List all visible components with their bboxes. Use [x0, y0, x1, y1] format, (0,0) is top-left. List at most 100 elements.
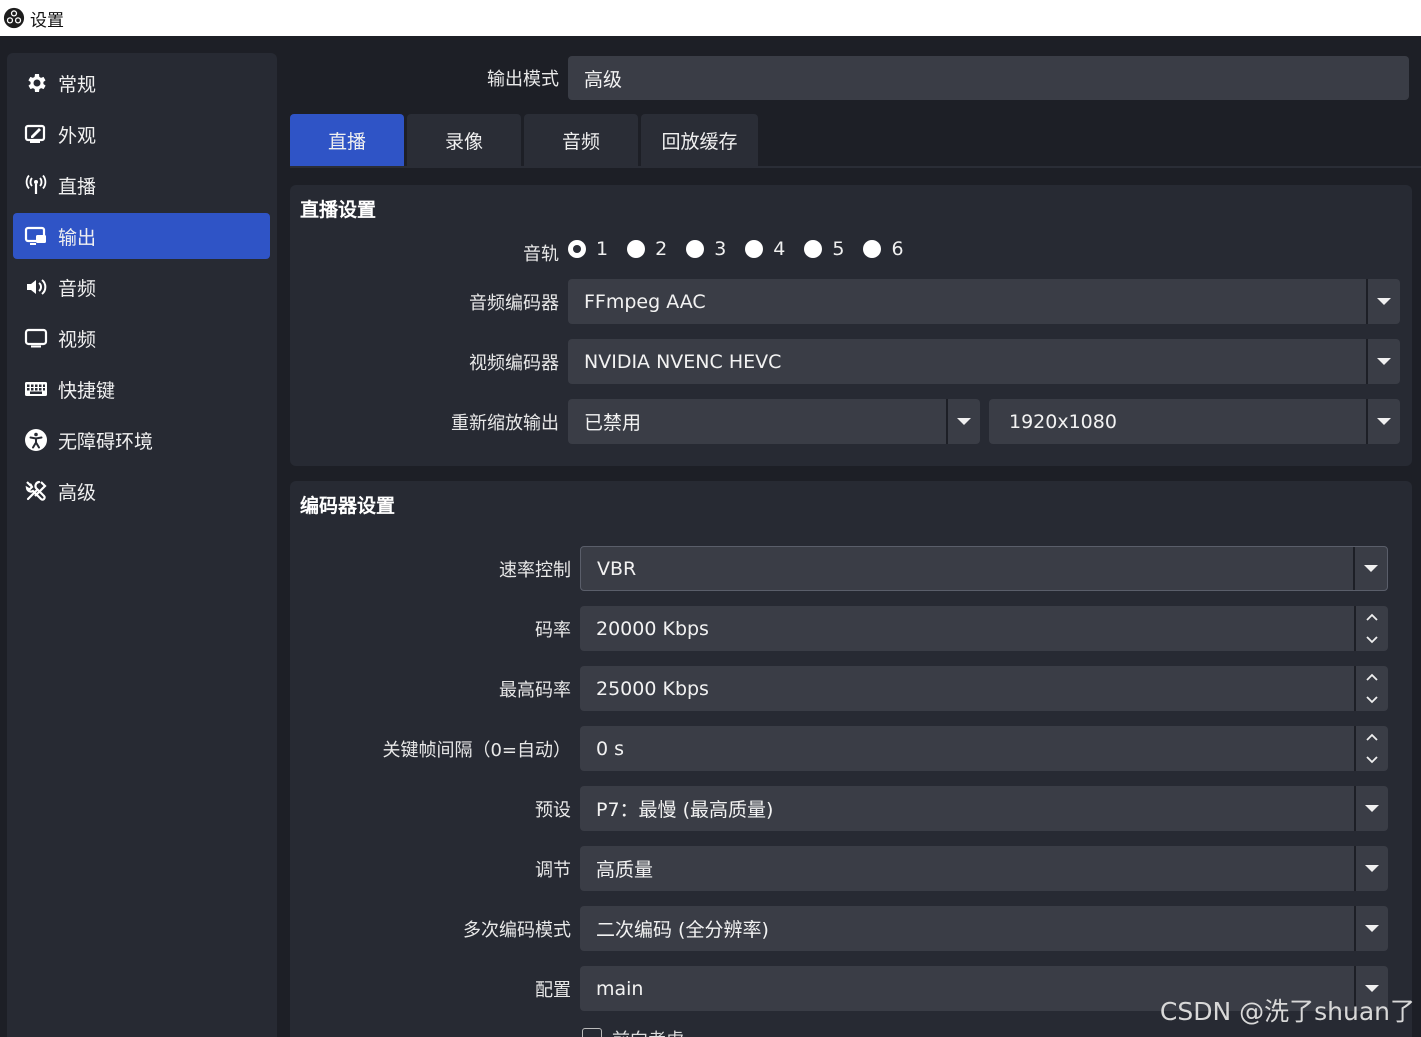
radio-checked-icon	[568, 240, 586, 258]
radio-icon	[804, 240, 823, 258]
settings-sidebar: 常规 外观 直播 输出 音频 视频 快捷键 无障碍环境 高级	[7, 53, 277, 1037]
radio-label: 5	[832, 238, 845, 260]
appearance-icon	[23, 121, 49, 147]
gear-icon	[23, 70, 49, 96]
rescale-output-select[interactable]: 已禁用	[568, 399, 980, 444]
audio-track-option-4[interactable]: 4	[745, 238, 785, 260]
chevron-down-icon[interactable]	[1354, 846, 1388, 891]
audio-track-radio-group: 1 2 3 4 5 6	[568, 238, 923, 260]
chevron-down-icon[interactable]	[1356, 629, 1388, 652]
audio-encoder-select[interactable]: FFmpeg AAC	[568, 279, 1400, 324]
radio-icon	[863, 240, 882, 258]
chevron-down-icon[interactable]	[1366, 279, 1400, 324]
chevron-up-icon[interactable]	[1356, 606, 1388, 629]
tab-recording[interactable]: 录像	[407, 114, 521, 166]
obs-logo-icon	[3, 7, 25, 29]
tools-icon	[23, 478, 49, 504]
keyframe-interval-spinbox[interactable]: 0 s	[580, 726, 1388, 771]
watermark: CSDN @洗了shuan了	[1159, 997, 1415, 1026]
tuning-value: 高质量	[596, 859, 654, 881]
sidebar-item-label: 快捷键	[58, 379, 116, 402]
bitrate-spinbox[interactable]: 20000 Kbps	[580, 606, 1388, 651]
max-bitrate-label: 最高码率	[499, 680, 571, 701]
preset-value: P7：最慢 (最高质量)	[596, 799, 774, 821]
audio-track-option-5[interactable]: 5	[804, 238, 844, 260]
video-encoder-label: 视频编码器	[469, 353, 559, 374]
accessibility-icon	[23, 427, 49, 453]
audio-track-option-3[interactable]: 3	[686, 238, 726, 260]
sidebar-item-label: 常规	[58, 73, 97, 96]
rescale-output-value: 已禁用	[584, 412, 642, 434]
output-mode-value: 高级	[584, 68, 623, 91]
sidebar-item-label: 视频	[58, 328, 97, 351]
tuning-label: 调节	[535, 860, 571, 881]
audio-track-option-1[interactable]: 1	[568, 238, 608, 260]
preset-select[interactable]: P7：最慢 (最高质量)	[580, 786, 1388, 831]
sidebar-item-general[interactable]: 常规	[13, 60, 270, 106]
max-bitrate-value: 25000 Kbps	[596, 677, 709, 700]
sidebar-item-output[interactable]: 输出	[13, 213, 270, 259]
psycho-visual-checkbox[interactable]	[582, 1028, 602, 1037]
keyframe-interval-label: 关键帧间隔（0=自动）	[382, 740, 571, 761]
chevron-down-icon[interactable]	[1354, 906, 1388, 951]
sidebar-item-audio[interactable]: 音频	[13, 264, 270, 310]
keyframe-interval-value: 0 s	[596, 737, 625, 760]
tab-replay-buffer[interactable]: 回放缓存	[641, 114, 758, 166]
preset-label: 预设	[535, 800, 571, 821]
keyboard-icon	[23, 376, 49, 402]
profile-value: main	[596, 977, 644, 1000]
tuning-select[interactable]: 高质量	[580, 846, 1388, 891]
rate-control-label: 速率控制	[499, 560, 571, 581]
radio-icon	[745, 240, 764, 258]
sidebar-item-video[interactable]: 视频	[13, 315, 270, 361]
chevron-down-icon[interactable]	[1353, 547, 1387, 590]
rate-control-value: VBR	[597, 557, 637, 580]
stepper	[1354, 666, 1388, 711]
profile-label: 配置	[535, 980, 571, 1001]
chevron-down-icon[interactable]	[1366, 399, 1400, 444]
audio-encoder-value: FFmpeg AAC	[584, 290, 706, 313]
audio-encoder-label: 音频编码器	[469, 293, 559, 314]
chevron-down-icon[interactable]	[946, 399, 980, 444]
sidebar-item-label: 无障碍环境	[58, 430, 154, 453]
tab-audio[interactable]: 音频	[524, 114, 638, 166]
rescale-resolution-select[interactable]: 1920x1080	[989, 399, 1400, 444]
sidebar-item-label: 音频	[58, 277, 97, 300]
multipass-value: 二次编码 (全分辨率)	[596, 919, 769, 941]
multipass-label: 多次编码模式	[463, 920, 571, 941]
audio-track-option-6[interactable]: 6	[863, 238, 904, 260]
rate-control-select[interactable]: VBR	[580, 546, 1388, 591]
chevron-down-icon[interactable]	[1354, 786, 1388, 831]
multipass-select[interactable]: 二次编码 (全分辨率)	[580, 906, 1388, 951]
tabs-underline	[290, 166, 1421, 168]
sidebar-item-accessibility[interactable]: 无障碍环境	[13, 417, 270, 463]
window-titlebar: 设置	[0, 0, 1421, 36]
speaker-icon	[23, 274, 49, 300]
radio-label: 1	[596, 238, 609, 260]
video-encoder-select[interactable]: NVIDIA NVENC HEVC	[568, 339, 1400, 384]
tab-stream[interactable]: 直播	[290, 114, 404, 166]
rescale-resolution-value: 1920x1080	[1009, 410, 1117, 433]
chevron-down-icon[interactable]	[1356, 689, 1388, 712]
audio-track-option-2[interactable]: 2	[627, 238, 667, 260]
radio-label: 4	[773, 238, 786, 260]
output-mode-select[interactable]: 高级	[568, 56, 1409, 100]
max-bitrate-spinbox[interactable]: 25000 Kbps	[580, 666, 1388, 711]
sidebar-item-stream[interactable]: 直播	[13, 162, 270, 208]
sidebar-item-hotkeys[interactable]: 快捷键	[13, 366, 270, 412]
rescale-output-label: 重新缩放输出	[451, 413, 559, 434]
video-encoder-value: NVIDIA NVENC HEVC	[584, 350, 782, 373]
window-title: 设置	[30, 10, 64, 31]
bitrate-label: 码率	[535, 620, 571, 641]
sidebar-item-appearance[interactable]: 外观	[13, 111, 270, 157]
tab-label: 直播	[327, 130, 366, 153]
stepper	[1354, 606, 1388, 651]
chevron-up-icon[interactable]	[1356, 666, 1388, 689]
chevron-down-icon[interactable]	[1366, 339, 1400, 384]
tab-label: 录像	[444, 130, 483, 153]
chevron-down-icon[interactable]	[1356, 749, 1388, 772]
stepper	[1354, 726, 1388, 771]
sidebar-item-advanced[interactable]: 高级	[13, 468, 270, 514]
chevron-up-icon[interactable]	[1356, 726, 1388, 749]
psycho-visual-label: 前向考虑	[612, 1026, 684, 1037]
